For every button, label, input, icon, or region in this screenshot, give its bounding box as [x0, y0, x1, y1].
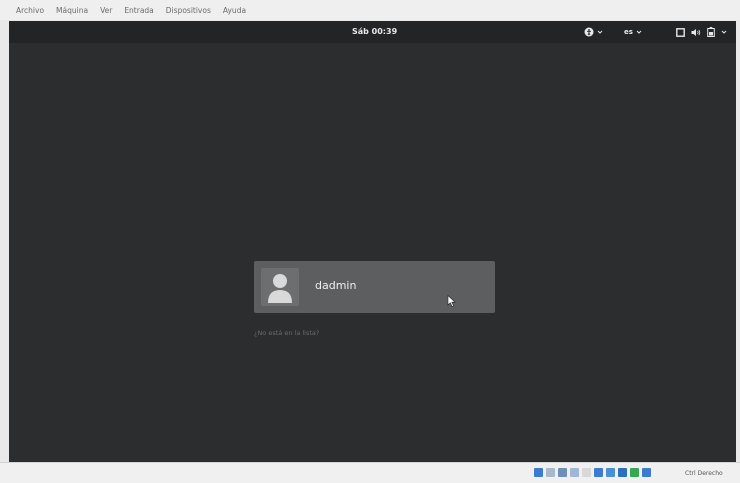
accessibility-icon — [584, 27, 594, 37]
vm-statusbar: Ctrl Derecho — [0, 462, 740, 483]
menu-archivo[interactable]: Archivo — [16, 6, 44, 15]
menu-ayuda[interactable]: Ayuda — [223, 6, 246, 15]
audio-icon[interactable] — [558, 468, 567, 477]
device-tray — [534, 468, 651, 477]
clock[interactable]: Sáb 00:39 — [352, 27, 397, 36]
keyboard-layout-menu[interactable]: es — [624, 26, 642, 38]
menu-dispositivos[interactable]: Dispositivos — [166, 6, 211, 15]
not-listed-link[interactable]: ¿No está en la lista? — [254, 329, 319, 337]
network-icon[interactable] — [606, 468, 615, 477]
hard-disk-icon[interactable] — [534, 468, 543, 477]
volume-icon — [691, 28, 701, 36]
system-status-menu[interactable] — [676, 26, 727, 38]
vm-display[interactable]: Sáb 00:39 es dadmin ¿No está en la lista… — [9, 21, 736, 462]
battery-icon — [707, 27, 715, 37]
mouse-cursor-icon — [447, 295, 456, 307]
gnome-top-bar: Sáb 00:39 es — [9, 21, 736, 43]
menu-maquina[interactable]: Máquina — [56, 6, 88, 15]
chevron-down-icon — [636, 30, 642, 34]
display-icon[interactable] — [594, 468, 603, 477]
recording-icon[interactable] — [618, 468, 627, 477]
menu-entrada[interactable]: Entrada — [124, 6, 153, 15]
display-icon — [676, 27, 685, 37]
vm-menubar: Archivo Máquina Ver Entrada Dispositivos… — [0, 0, 740, 20]
username-label: dadmin — [315, 279, 357, 292]
chevron-down-icon — [721, 30, 727, 34]
accessibility-menu[interactable] — [584, 26, 603, 38]
host-key-label: Ctrl Derecho — [685, 470, 723, 477]
mouse-integration-icon[interactable] — [630, 468, 639, 477]
keyboard-layout-label: es — [624, 28, 633, 36]
cpu-icon[interactable] — [642, 468, 651, 477]
chevron-down-icon — [597, 30, 603, 34]
optical-drive-icon[interactable] — [546, 468, 555, 477]
usb-icon[interactable] — [570, 468, 579, 477]
shared-folders-icon[interactable] — [582, 468, 591, 477]
user-avatar-icon — [268, 274, 292, 303]
user-login-card[interactable]: dadmin — [254, 261, 495, 313]
menu-ver[interactable]: Ver — [100, 6, 112, 15]
avatar — [261, 268, 299, 306]
